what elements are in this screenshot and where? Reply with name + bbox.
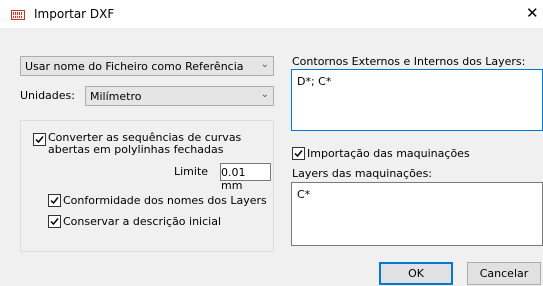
import-machining-checkbox[interactable] xyxy=(292,147,305,160)
title-bar: Importar DXF ✕ xyxy=(0,0,543,28)
chevron-down-icon: ⌄ xyxy=(260,89,269,100)
close-icon[interactable]: ✕ xyxy=(526,4,539,22)
layer-names-label: Conformidade dos nomes dos Layers xyxy=(63,194,267,207)
machining-layers-textarea-value: C* xyxy=(297,188,311,201)
keep-description-checkbox[interactable] xyxy=(48,215,61,228)
cancel-button[interactable]: Cancelar xyxy=(467,262,541,285)
checkmark-icon xyxy=(294,150,303,158)
ok-button[interactable]: OK xyxy=(379,262,453,285)
layer-names-checkbox[interactable] xyxy=(48,194,61,207)
contours-textarea-value: D*; C* xyxy=(297,75,332,88)
reference-select-value: Usar nome do Ficheiro como Referência xyxy=(25,60,244,73)
contours-label: Contornos Externos e Internos dos Layers… xyxy=(292,55,526,68)
units-select[interactable]: Milímetro ⌄ xyxy=(85,86,274,106)
convert-curves-label-line2: abertas em polylinhas fechadas xyxy=(48,143,224,156)
import-machining-label: Importação das maquinações xyxy=(307,147,470,160)
dxf-file-icon xyxy=(11,10,25,20)
checkmark-icon xyxy=(50,218,59,226)
limit-label: Limite xyxy=(174,165,209,178)
limit-input[interactable]: 0.01 mm xyxy=(220,163,271,192)
limit-input-value: 0.01 mm xyxy=(221,166,246,192)
checkmark-icon xyxy=(35,136,44,144)
window-title: Importar DXF xyxy=(34,7,115,21)
contours-textarea[interactable]: D*; C* xyxy=(291,69,543,131)
units-select-value: Milímetro xyxy=(90,90,142,103)
units-label: Unidades: xyxy=(20,89,75,102)
machining-layers-label: Layers das maquinações: xyxy=(292,167,433,180)
keep-description-label: Conservar a descrição inicial xyxy=(63,215,222,228)
chevron-down-icon: ⌄ xyxy=(260,59,269,70)
convert-curves-checkbox[interactable] xyxy=(33,133,46,146)
reference-select[interactable]: Usar nome do Ficheiro como Referência ⌄ xyxy=(20,56,274,76)
machining-layers-textarea[interactable]: C* xyxy=(291,182,543,246)
checkmark-icon xyxy=(50,197,59,205)
